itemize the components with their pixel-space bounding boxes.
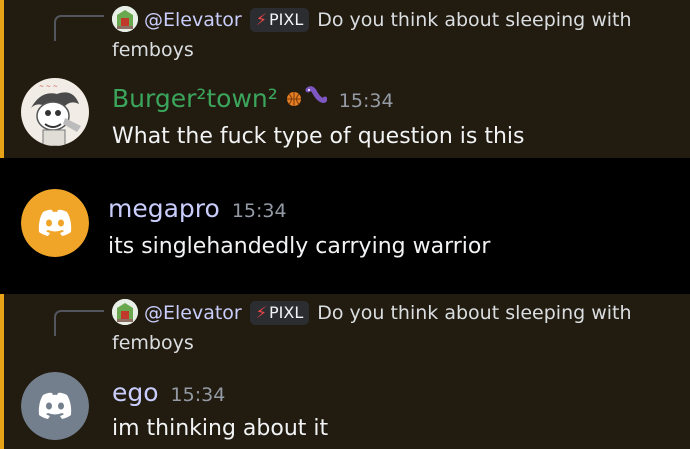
reply-avatar-icon[interactable] [112,6,138,32]
message-ego[interactable]: @Elevator ⚡ PIXL Do you think about sleepin… [0,294,690,449]
timestamp: 15:34 [170,384,226,406]
message-text[interactable]: What the fuck type of question is this [112,124,525,149]
discord-logo-icon[interactable] [21,372,89,440]
author-name[interactable]: ego [112,378,159,407]
message-burgertown[interactable]: @Elevator ⚡ PIXL Do you think about sleepin… [0,0,690,158]
discord-logo-icon[interactable] [21,189,89,257]
bolt-icon: ⚡ [255,10,267,29]
timestamp: 15:34 [231,200,287,222]
bolt-icon: ⚡ [255,303,267,322]
message-text[interactable]: its singlehandedly carrying warrior [108,234,490,259]
message-megapro[interactable]: megapro 15:34 its singlehandedly carrying… [0,158,690,294]
author-name[interactable]: Burger²town² [112,84,278,113]
author-name[interactable]: megapro [108,194,220,223]
guild-tag[interactable]: ⚡ PIXL [249,8,310,32]
avatar[interactable]: ~ ~ ~ [21,78,89,146]
reply-author-name[interactable]: @Elevator [144,302,242,324]
message-header: Burger²town² 15:34 [112,84,394,113]
worm-icon [305,85,328,111]
basketball-icon [286,91,302,111]
guild-tag-label: PIXL [268,303,304,322]
timestamp: 15:34 [338,90,394,112]
message-header: megapro 15:34 [108,194,287,223]
reply-author-name[interactable]: @Elevator [144,9,242,31]
message-header: ego 15:34 [112,378,225,407]
guild-tag[interactable]: ⚡ PIXL [249,301,310,325]
message-text[interactable]: im thinking about it [112,416,328,441]
reply-connector [54,15,104,41]
svg-text:~ ~ ~: ~ ~ ~ [39,83,58,90]
reply-connector [54,310,104,336]
reply-preview[interactable]: @Elevator ⚡ PIXL Do you think about sleepin… [112,298,682,358]
guild-tag-label: PIXL [268,10,304,29]
reply-preview[interactable]: @Elevator ⚡ PIXL Do you think about sleepin… [112,5,682,65]
reply-avatar-icon[interactable] [112,299,138,325]
